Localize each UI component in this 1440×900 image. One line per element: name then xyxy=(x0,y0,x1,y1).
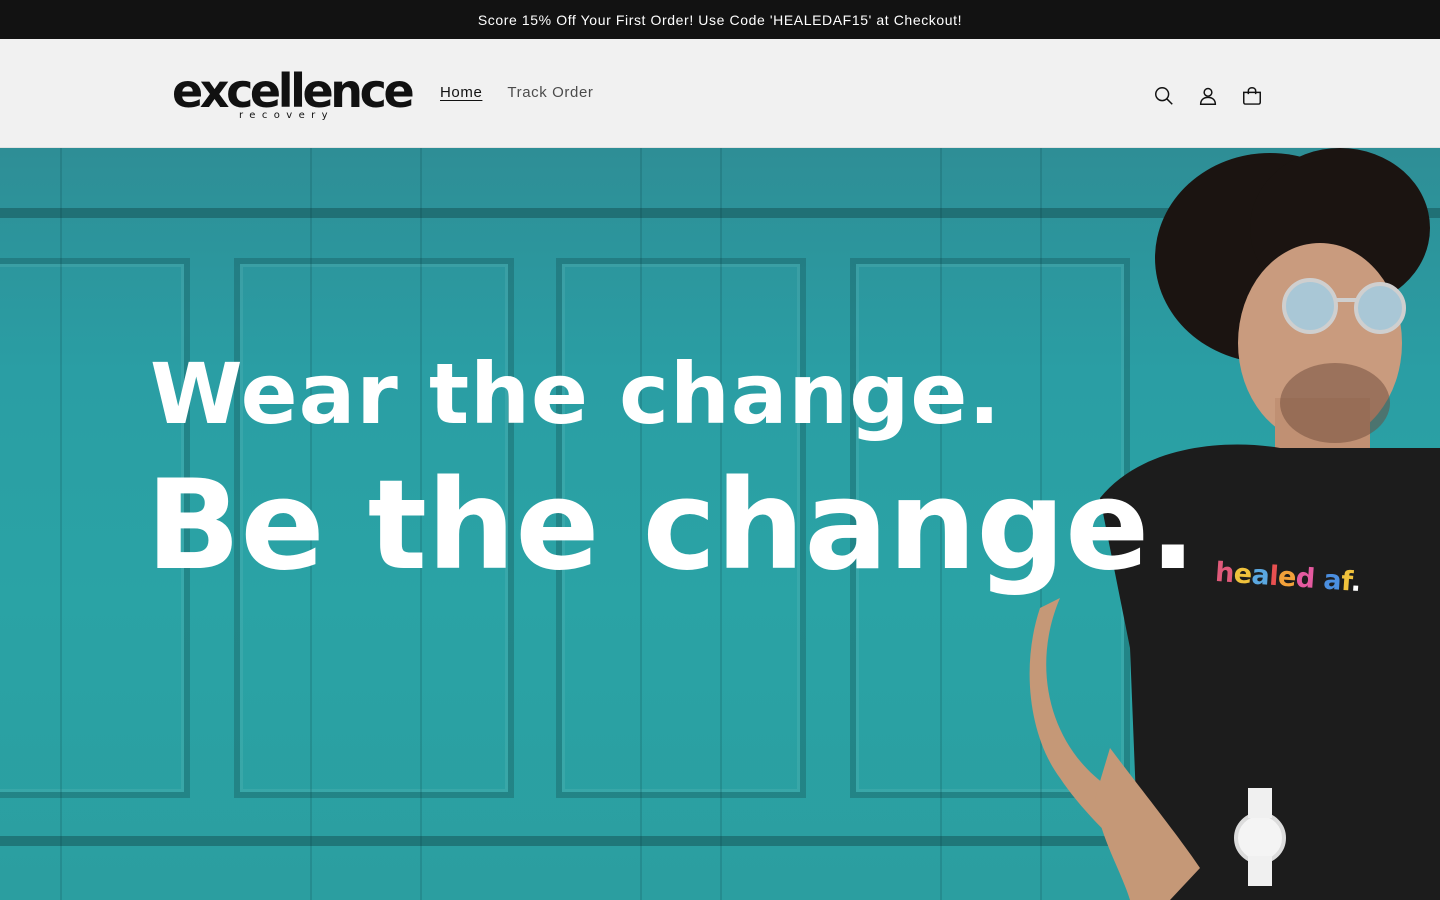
announcement-bar: Score 15% Off Your First Order! Use Code… xyxy=(0,0,1440,39)
hero-heading-line2: Be the change. xyxy=(146,454,1197,598)
account-button[interactable] xyxy=(1188,76,1228,116)
shirt-letter: e xyxy=(1276,561,1297,594)
cart-icon xyxy=(1243,87,1261,105)
main-nav: Home Track Order xyxy=(440,84,593,101)
logo-subtitle: recovery xyxy=(239,110,334,121)
logo[interactable]: excellence recovery xyxy=(172,61,415,127)
shirt-letter: h xyxy=(1214,556,1235,590)
hero-banner: healed af. Wear the change. Be the chang… xyxy=(0,148,1440,900)
nav-item-home[interactable]: Home xyxy=(440,84,482,101)
site-header: excellence recovery Home Track Order xyxy=(0,39,1440,148)
announcement-text: Score 15% Off Your First Order! Use Code… xyxy=(477,11,963,28)
door-plank xyxy=(60,148,62,900)
shirt-letter: d xyxy=(1294,562,1316,595)
search-button[interactable] xyxy=(1144,76,1184,116)
account-icon xyxy=(1199,87,1217,105)
cart-button[interactable] xyxy=(1232,76,1272,116)
search-icon xyxy=(1155,87,1173,105)
hero-heading-line1: Wear the change. xyxy=(150,345,1002,443)
shirt-letter: e xyxy=(1232,558,1253,591)
nav-item-track-order[interactable]: Track Order xyxy=(507,84,593,101)
